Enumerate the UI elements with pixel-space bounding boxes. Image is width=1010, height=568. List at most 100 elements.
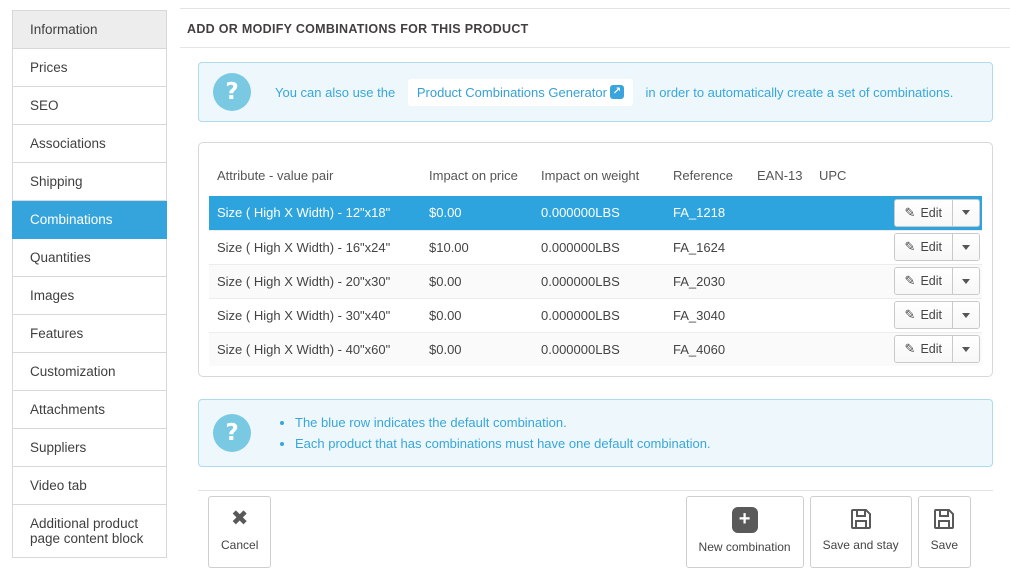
- save-button-label: Save: [930, 538, 958, 552]
- help-icon: ?: [213, 414, 251, 452]
- upc-cell: [811, 332, 871, 366]
- sidebar-item-shipping[interactable]: Shipping: [12, 163, 167, 201]
- pencil-icon: ✎: [904, 239, 916, 254]
- upc-cell: [811, 196, 871, 230]
- combinations-table: Attribute - value pair Impact on price I…: [209, 153, 982, 366]
- reference-cell: FA_4060: [673, 341, 726, 357]
- product-tabs-sidebar: Information Prices SEO Associations Ship…: [12, 10, 167, 558]
- combination-row: Size ( High X Width) - 40"x60" $0.00 0.0…: [209, 332, 982, 366]
- edit-button[interactable]: ✎ Edit: [894, 302, 952, 328]
- ean13-cell: [749, 298, 811, 332]
- sidebar-item-customization[interactable]: Customization: [12, 353, 167, 391]
- caret-down-icon: [962, 278, 970, 284]
- save-and-stay-label: Save and stay: [822, 538, 899, 552]
- external-link-icon: ↗: [609, 85, 624, 99]
- edit-dropdown-toggle[interactable]: [952, 268, 979, 294]
- new-combination-button[interactable]: + New combination: [685, 496, 804, 568]
- pencil-icon: ✎: [904, 204, 916, 220]
- weight-cell: 0.000000LBS: [541, 239, 620, 255]
- attribute-cell: Size ( High X Width) - 40"x60": [217, 341, 391, 357]
- caret-down-icon: [962, 210, 970, 216]
- generator-help-alert: ? You can also use the Product Combinati…: [198, 62, 993, 122]
- edit-button[interactable]: ✎ Edit: [894, 268, 952, 294]
- upc-cell: [811, 298, 871, 332]
- edit-button[interactable]: ✎ Edit: [894, 336, 952, 363]
- help-icon: ?: [213, 73, 251, 111]
- edit-button-label: Edit: [920, 240, 942, 254]
- edit-button[interactable]: ✎ Edit: [894, 234, 952, 260]
- column-reference: Reference: [673, 168, 733, 183]
- sidebar-item-information[interactable]: Information: [12, 10, 167, 49]
- generator-link-label: Product Combinations Generator: [416, 84, 607, 100]
- combination-row-default: Size ( High X Width) - 12"x18" $0.00 0.0…: [209, 196, 982, 230]
- combinations-panel: ADD OR MODIFY COMBINATIONS FOR THIS PROD…: [180, 8, 1010, 568]
- pencil-icon: ✎: [904, 273, 916, 288]
- sidebar-item-associations[interactable]: Associations: [12, 125, 167, 163]
- edit-button-group: ✎ Edit: [893, 267, 980, 295]
- save-button[interactable]: Save: [917, 496, 971, 568]
- edit-dropdown-toggle[interactable]: [952, 199, 979, 226]
- product-combinations-generator-link[interactable]: Product Combinations Generator ↗: [407, 78, 633, 106]
- column-attribute: Attribute - value pair: [217, 168, 334, 183]
- plus-icon: +: [731, 507, 758, 533]
- sidebar-item-features[interactable]: Features: [12, 315, 167, 353]
- pencil-icon: ✎: [904, 307, 916, 322]
- default-combination-info-alert: ? The blue row indicates the default com…: [198, 399, 993, 467]
- footer-action-bar: ✖ Cancel + New combination Save and stay: [198, 490, 993, 568]
- price-cell: $0.00: [429, 307, 462, 323]
- attribute-cell: Size ( High X Width) - 16"x24": [217, 239, 391, 255]
- edit-dropdown-toggle[interactable]: [952, 336, 979, 363]
- ean13-cell: [749, 230, 811, 264]
- combination-row: Size ( High X Width) - 16"x24" $10.00 0.…: [209, 230, 982, 264]
- attribute-cell: Size ( High X Width) - 30"x40": [217, 307, 391, 323]
- sidebar-item-images[interactable]: Images: [12, 277, 167, 315]
- price-cell: $0.00: [429, 341, 462, 357]
- column-impact-price: Impact on price: [429, 168, 518, 183]
- column-upc: UPC: [819, 168, 847, 183]
- new-combination-label: New combination: [698, 540, 791, 554]
- edit-dropdown-toggle[interactable]: [952, 234, 979, 260]
- sidebar-item-video-tab[interactable]: Video tab: [12, 467, 167, 505]
- upc-cell: [811, 264, 871, 298]
- cancel-button[interactable]: ✖ Cancel: [208, 496, 272, 568]
- edit-button-group: ✎ Edit: [893, 301, 980, 329]
- caret-down-icon: [962, 244, 970, 250]
- pencil-icon: ✎: [904, 341, 916, 357]
- combination-row: Size ( High X Width) - 30"x40" $0.00 0.0…: [209, 298, 982, 332]
- attribute-cell: Size ( High X Width) - 12"x18": [217, 205, 391, 221]
- edit-button[interactable]: ✎ Edit: [894, 199, 952, 226]
- cancel-button-label: Cancel: [221, 538, 259, 552]
- sidebar-item-additional-content[interactable]: Additional product page content block: [12, 505, 167, 558]
- ean13-cell: [749, 332, 811, 366]
- info-bullet: The blue row indicates the default combi…: [295, 412, 711, 433]
- table-header-row: Attribute - value pair Impact on price I…: [209, 153, 982, 196]
- weight-cell: 0.000000LBS: [541, 205, 620, 221]
- sidebar-item-attachments[interactable]: Attachments: [12, 391, 167, 429]
- sidebar-item-prices[interactable]: Prices: [12, 49, 167, 87]
- edit-button-group: ✎ Edit: [893, 335, 980, 364]
- sidebar-item-suppliers[interactable]: Suppliers: [12, 429, 167, 467]
- weight-cell: 0.000000LBS: [541, 273, 620, 289]
- edit-button-label: Edit: [920, 205, 942, 220]
- price-cell: $10.00: [429, 239, 469, 255]
- reference-cell: FA_1218: [673, 205, 726, 221]
- attribute-cell: Size ( High X Width) - 20"x30": [217, 273, 391, 289]
- ean13-cell: [749, 196, 811, 230]
- reference-cell: FA_2030: [673, 273, 726, 289]
- sidebar-item-combinations[interactable]: Combinations: [12, 201, 167, 239]
- edit-button-label: Edit: [920, 274, 942, 288]
- sidebar-item-quantities[interactable]: Quantities: [12, 239, 167, 277]
- reference-cell: FA_3040: [673, 307, 726, 323]
- edit-dropdown-toggle[interactable]: [952, 302, 979, 328]
- sidebar-item-seo[interactable]: SEO: [12, 87, 167, 125]
- combination-row: Size ( High X Width) - 20"x30" $0.00 0.0…: [209, 264, 982, 298]
- ean13-cell: [749, 264, 811, 298]
- edit-button-label: Edit: [920, 342, 942, 357]
- info-bullet: Each product that has combinations must …: [295, 433, 711, 454]
- column-impact-weight: Impact on weight: [541, 168, 640, 183]
- price-cell: $0.00: [429, 273, 462, 289]
- save-and-stay-button[interactable]: Save and stay: [809, 496, 912, 568]
- price-cell: $0.00: [429, 205, 462, 221]
- generator-text-before: You can also use the: [275, 84, 396, 100]
- caret-down-icon: [962, 312, 970, 318]
